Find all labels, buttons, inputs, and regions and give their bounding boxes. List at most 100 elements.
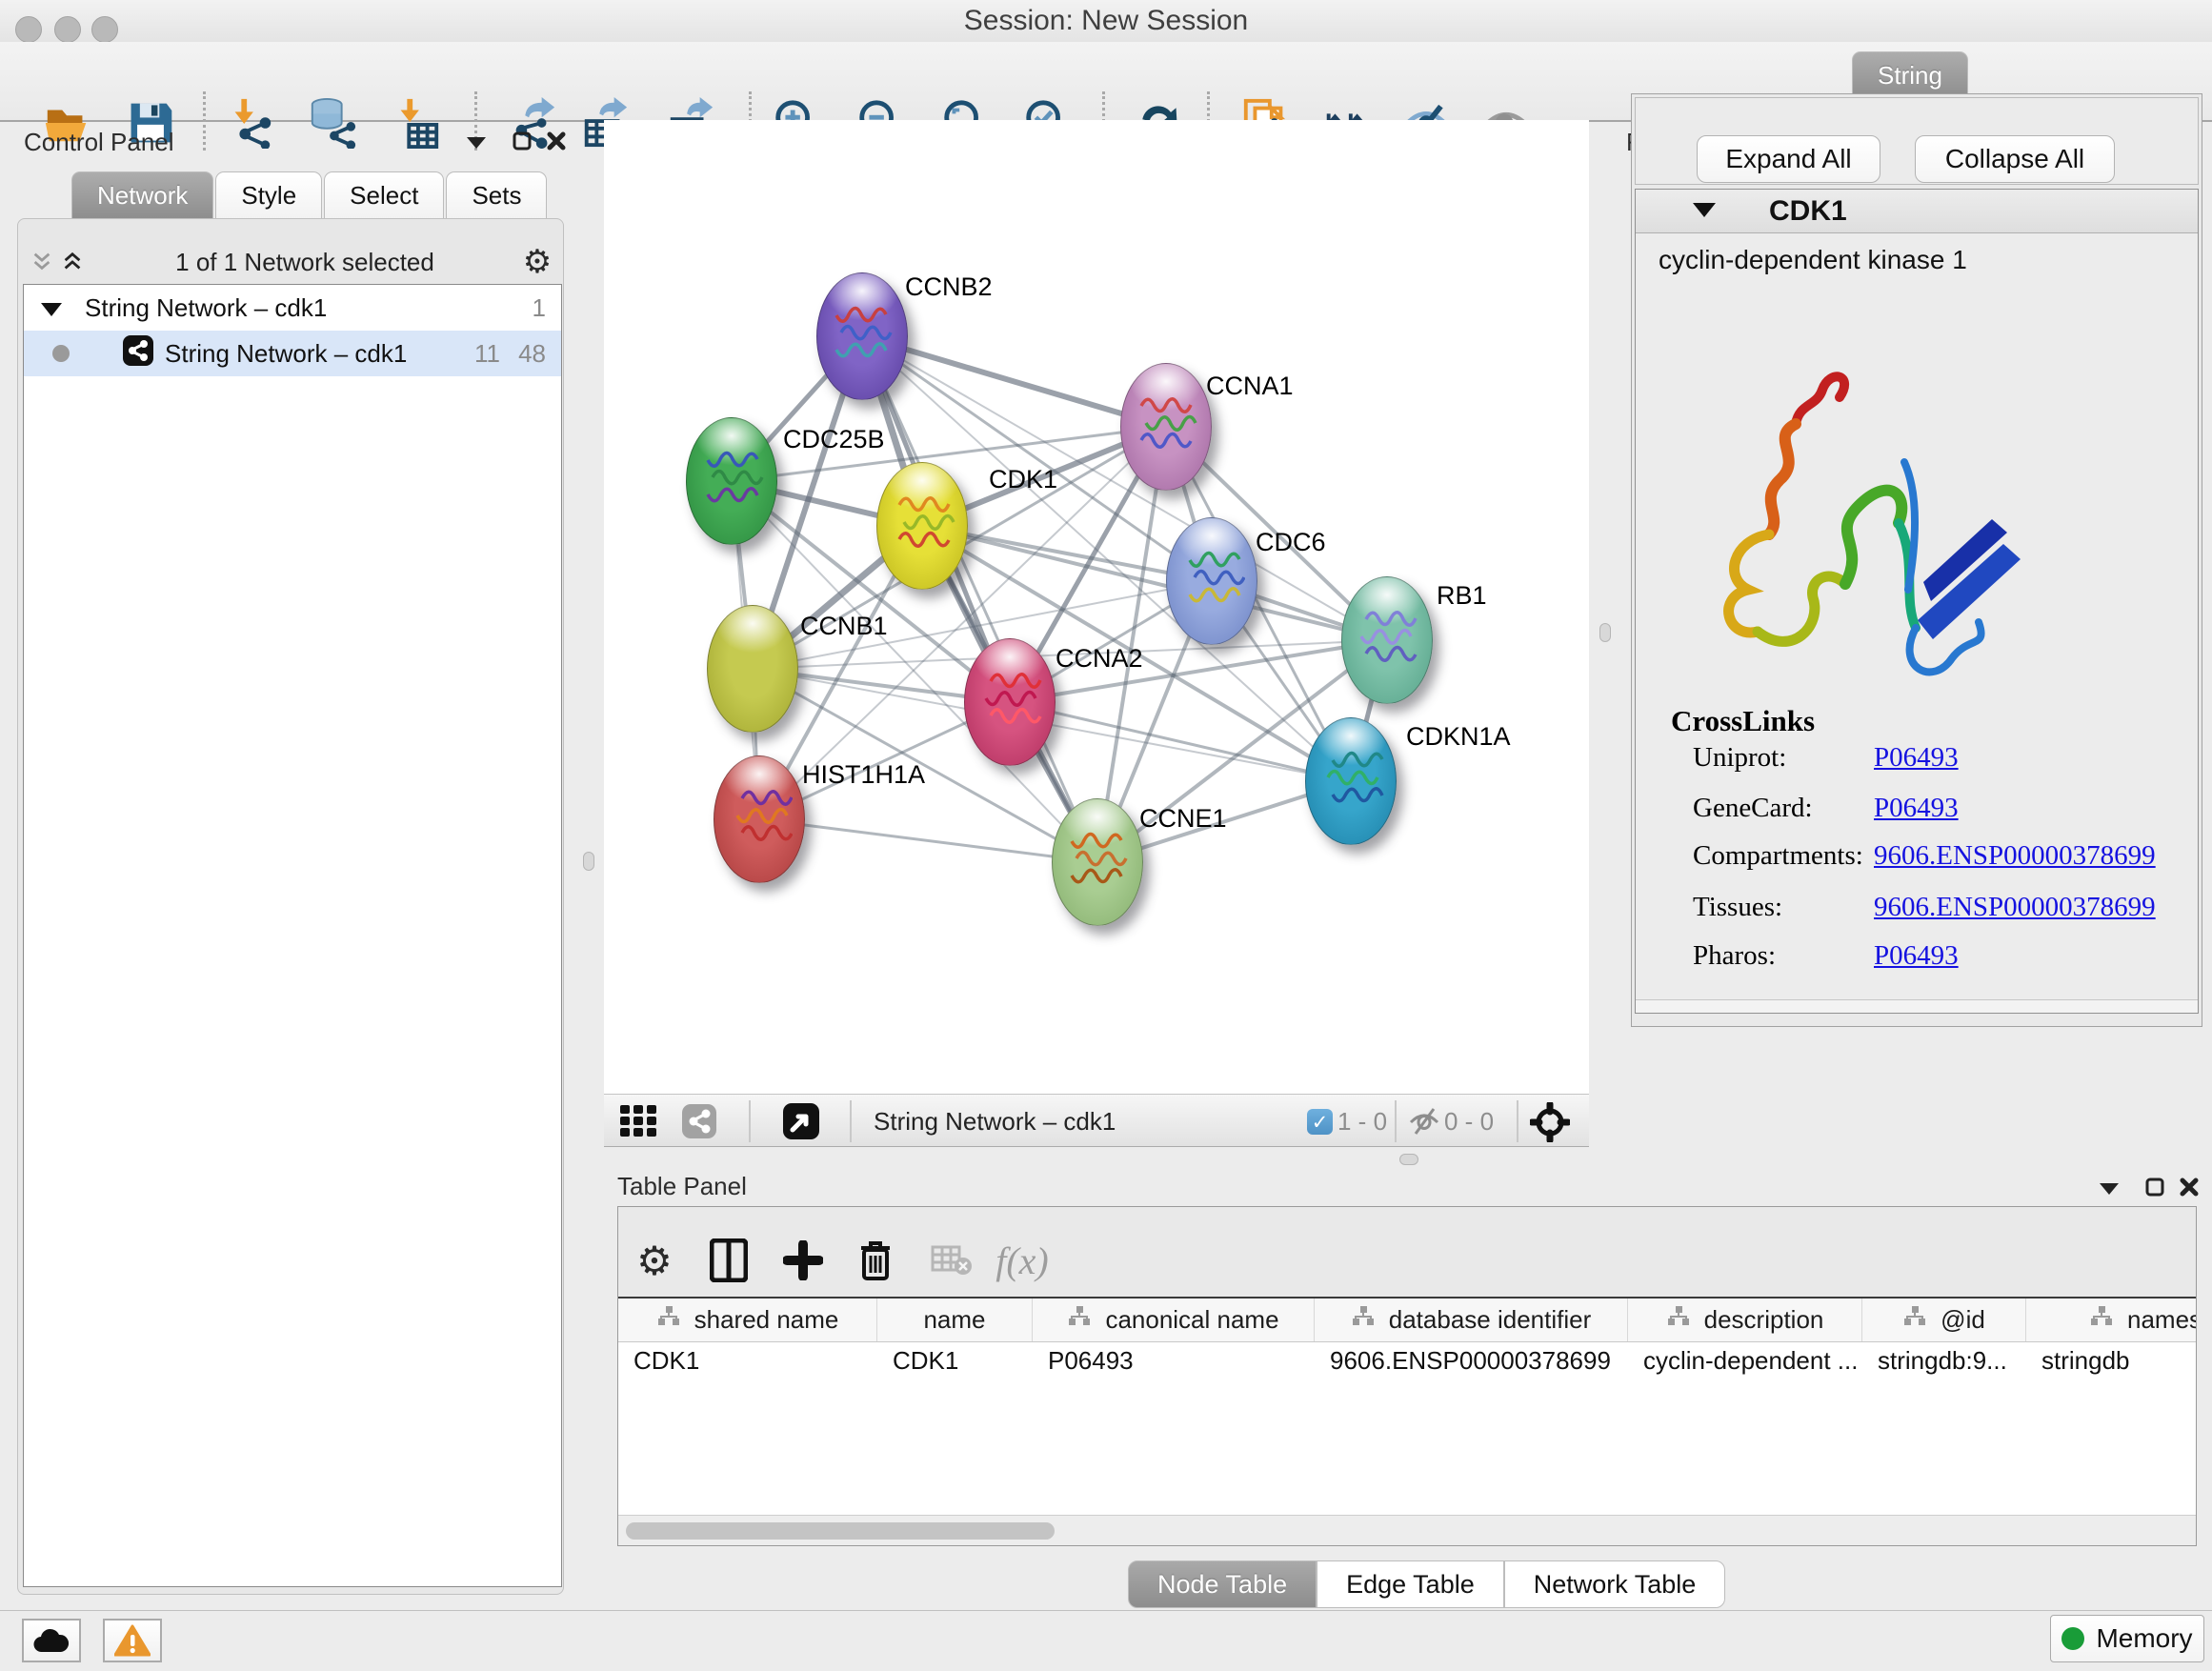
tab-node-table[interactable]: Node Table bbox=[1128, 1560, 1317, 1608]
collapse-triangle-icon[interactable] bbox=[41, 293, 62, 323]
toolbar-separator bbox=[850, 1100, 852, 1142]
table-gear-icon[interactable]: ⚙ bbox=[628, 1234, 681, 1287]
network-node-cdc25b[interactable] bbox=[686, 417, 777, 545]
column-header-namespace[interactable]: namespace bbox=[2026, 1299, 2197, 1341]
left-splitter-handle[interactable] bbox=[583, 852, 594, 871]
column-header-database-identifier[interactable]: database identifier bbox=[1315, 1299, 1628, 1341]
cell--id[interactable]: stringdb:9... bbox=[1862, 1342, 2026, 1382]
column-header--id[interactable]: @id bbox=[1862, 1299, 2026, 1341]
results-scrollbar[interactable] bbox=[1636, 999, 2198, 1013]
grid-view-icon[interactable] bbox=[620, 1105, 664, 1142]
crosslink-tissues[interactable]: 9606.ENSP00000378699 bbox=[1874, 892, 2156, 923]
network-view-toolbar: String Network – cdk1 ✓ 1 - 0 0 - 0 bbox=[604, 1094, 1589, 1147]
column-header-name[interactable]: name bbox=[877, 1299, 1033, 1341]
network-node-ccna1[interactable] bbox=[1120, 363, 1212, 491]
crosslink-genecard[interactable]: P06493 bbox=[1874, 793, 1959, 824]
share-view-icon[interactable] bbox=[682, 1104, 716, 1143]
network-node-cdk1[interactable] bbox=[876, 462, 968, 590]
network-tree: String Network – cdk1 1 String Network –… bbox=[23, 284, 562, 1587]
protein-description: cyclin-dependent kinase 1 bbox=[1659, 245, 1967, 275]
network-row-selected[interactable]: String Network – cdk1 11 48 bbox=[24, 331, 561, 376]
selected-checkbox[interactable]: ✓ bbox=[1307, 1109, 1333, 1135]
column-header-shared-name[interactable]: shared name bbox=[618, 1299, 877, 1341]
cell-database-identifier[interactable]: 9606.ENSP00000378699 bbox=[1315, 1342, 1628, 1382]
panel-menu-icon[interactable] bbox=[2098, 1178, 2121, 1200]
network-node-ccna2[interactable] bbox=[964, 638, 1056, 766]
crosslink-label: Compartments: bbox=[1693, 840, 1863, 871]
crosslink-uniprot[interactable]: P06493 bbox=[1874, 742, 1959, 774]
network-collection-row[interactable]: String Network – cdk1 1 bbox=[24, 285, 561, 331]
right-splitter-handle[interactable] bbox=[1599, 623, 1611, 642]
cloud-button[interactable] bbox=[22, 1619, 81, 1662]
network-node-ccnb2[interactable] bbox=[816, 272, 908, 400]
network-node-rb1[interactable] bbox=[1341, 576, 1433, 704]
collapse-all-icon[interactable] bbox=[30, 251, 53, 273]
tab-network[interactable]: Network bbox=[71, 171, 213, 219]
title-bar: Session: New Session bbox=[0, 0, 2212, 43]
horizontal-splitter-handle[interactable] bbox=[1399, 1154, 1418, 1165]
cloud-icon bbox=[32, 1627, 70, 1654]
crosshair-icon[interactable] bbox=[1530, 1102, 1570, 1147]
tab-string[interactable]: String bbox=[1852, 51, 1968, 99]
tab-style[interactable]: Style bbox=[215, 171, 322, 219]
network-status-dot bbox=[52, 345, 70, 362]
expand-all-button[interactable]: Expand All bbox=[1697, 135, 1880, 183]
collapse-all-button[interactable]: Collapse All bbox=[1915, 135, 2115, 183]
crosslink-pharos[interactable]: P06493 bbox=[1874, 940, 1959, 972]
node-label-cdk1: CDK1 bbox=[989, 465, 1057, 494]
column-header-description[interactable]: description bbox=[1628, 1299, 1862, 1341]
control-panel-title: Control Panel bbox=[24, 128, 174, 157]
cell-canonical-name[interactable]: P06493 bbox=[1033, 1342, 1315, 1382]
scrollbar-thumb[interactable] bbox=[626, 1522, 1055, 1540]
network-view: CCNB2CCNA1CDC25BCDK1CDC6RB1CCNB1CCNA2CDK… bbox=[604, 120, 1589, 1147]
close-panel-icon[interactable] bbox=[545, 130, 568, 152]
table-row[interactable]: CDK1CDK1P064939606.ENSP00000378699cyclin… bbox=[618, 1342, 2197, 1382]
cdk1-section-header[interactable]: CDK1 bbox=[1636, 190, 2198, 233]
network-node-cdc6[interactable] bbox=[1166, 517, 1257, 645]
show-columns-icon[interactable] bbox=[702, 1234, 755, 1287]
tab-select[interactable]: Select bbox=[324, 171, 444, 219]
crosslink-compartments[interactable]: 9606.ENSP00000378699 bbox=[1874, 840, 2156, 872]
expand-all-icon[interactable] bbox=[61, 251, 84, 273]
close-panel-icon[interactable] bbox=[2178, 1176, 2201, 1198]
protein-thumbnail bbox=[700, 447, 765, 517]
memory-status-dot bbox=[2061, 1627, 2084, 1650]
float-panel-icon[interactable] bbox=[2143, 1176, 2166, 1198]
warnings-button[interactable] bbox=[103, 1619, 162, 1662]
network-node-hist1h1a[interactable] bbox=[714, 755, 805, 883]
cdk1-section: CDK1 cyclin-dependent kinase 1 CrossLink… bbox=[1635, 189, 2199, 1014]
tab-network-table[interactable]: Network Table bbox=[1504, 1560, 1726, 1608]
delete-table-icon bbox=[925, 1234, 978, 1287]
network-node-ccne1[interactable] bbox=[1052, 798, 1143, 926]
node-label-ccne1: CCNE1 bbox=[1139, 804, 1227, 834]
network-node-ccnb1[interactable] bbox=[707, 605, 798, 733]
collapse-triangle-icon[interactable] bbox=[1693, 203, 1716, 222]
memory-button[interactable]: Memory bbox=[2050, 1615, 2204, 1662]
collection-label: String Network – cdk1 bbox=[85, 293, 327, 323]
protein-structure-image bbox=[1678, 357, 2032, 712]
crosslink-row: Uniprot:P06493 bbox=[1693, 742, 2169, 775]
network-node-cdkn1a[interactable] bbox=[1305, 717, 1397, 845]
network-canvas[interactable]: CCNB2CCNA1CDC25BCDK1CDC6RB1CCNB1CCNA2CDK… bbox=[604, 120, 1589, 1094]
hidden-count: 0 - 0 bbox=[1444, 1107, 1494, 1137]
delete-column-icon[interactable] bbox=[849, 1234, 902, 1287]
tab-edge-table[interactable]: Edge Table bbox=[1317, 1560, 1504, 1608]
cell-description[interactable]: cyclin-dependent ... bbox=[1628, 1342, 1862, 1382]
application-window: Session: New Session bbox=[0, 0, 2212, 1671]
float-panel-icon[interactable] bbox=[511, 130, 533, 152]
column-header-canonical-name[interactable]: canonical name bbox=[1033, 1299, 1315, 1341]
cell-name[interactable]: CDK1 bbox=[877, 1342, 1033, 1382]
tab-sets[interactable]: Sets bbox=[446, 171, 547, 219]
cell-shared-name[interactable]: CDK1 bbox=[618, 1342, 877, 1382]
gear-icon[interactable]: ⚙ bbox=[526, 251, 549, 273]
current-network-title: String Network – cdk1 bbox=[874, 1107, 1116, 1137]
add-column-icon[interactable] bbox=[776, 1234, 830, 1287]
panel-menu-icon[interactable] bbox=[465, 131, 488, 154]
birdseye-view-icon[interactable] bbox=[783, 1103, 819, 1144]
toolbar-separator bbox=[1395, 1100, 1397, 1142]
table-horizontal-scrollbar[interactable] bbox=[618, 1515, 2196, 1546]
node-label-ccna2: CCNA2 bbox=[1056, 644, 1143, 674]
crosslink-label: Tissues: bbox=[1693, 892, 1782, 922]
crosslinks-heading: CrossLinks bbox=[1671, 704, 1815, 738]
cell-namespace[interactable]: stringdb bbox=[2026, 1342, 2197, 1382]
